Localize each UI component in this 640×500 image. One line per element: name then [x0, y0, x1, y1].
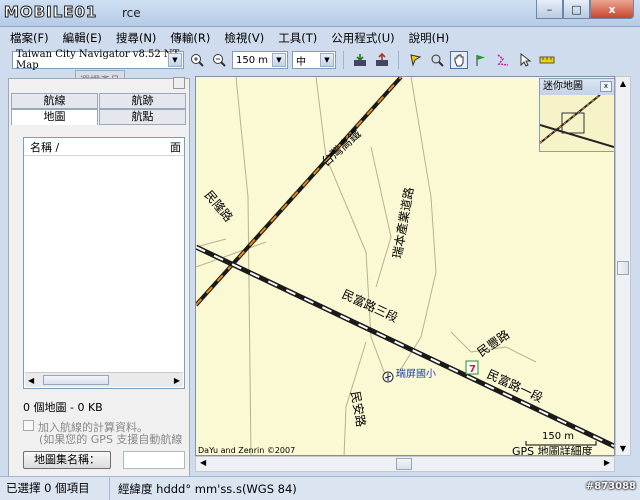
window-title: rce: [122, 6, 141, 20]
menu-utilities[interactable]: 公用程式(U): [331, 30, 394, 46]
mapset-name-button[interactable]: 地圖集名稱：: [23, 451, 111, 469]
tab-maps[interactable]: 地圖: [11, 109, 98, 125]
receive-from-device-icon[interactable]: [351, 51, 369, 69]
scroll-left-icon[interactable]: ◀: [28, 376, 34, 385]
map-horizontal-scrollbar[interactable]: ◀ ▶: [195, 456, 615, 472]
road-label-minan: 民安路: [348, 390, 369, 428]
scroll-right-icon[interactable]: ▶: [604, 458, 610, 467]
route-calc-checkbox[interactable]: [23, 420, 34, 431]
map-vertical-scrollbar[interactable]: ▲ ▼: [615, 76, 631, 456]
chevron-down-icon[interactable]: ▼: [320, 53, 334, 67]
zoom-tool-icon[interactable]: [428, 51, 446, 69]
status-bar: 已選擇 0 個項目 經緯度 hddd° mm'ss.s(WGS 84) #873…: [0, 476, 640, 500]
mobile01-logo: MOBILE01: [3, 3, 98, 22]
coordinate-format: 經緯度 hddd° mm'ss.s(WGS 84): [118, 481, 297, 496]
mapset-name-input[interactable]: [123, 451, 185, 469]
zoom-out-icon[interactable]: [210, 51, 228, 69]
map-product-select[interactable]: Taiwan City Navigator v8.52 NT Map ▼: [12, 49, 184, 71]
toolbar-separator: [398, 51, 399, 69]
zoom-scale-select[interactable]: 150 m ▼: [232, 51, 288, 69]
tab-tracks[interactable]: 航跡: [99, 93, 186, 109]
column-name[interactable]: 名稱 /: [24, 139, 170, 155]
column-area[interactable]: 面: [170, 139, 181, 155]
store-number: 7: [469, 364, 476, 375]
toolbar-separator: [343, 51, 344, 69]
menu-help[interactable]: 說明(H): [409, 30, 450, 46]
menu-file[interactable]: 檔案(F): [10, 30, 49, 46]
chevron-down-icon[interactable]: ▼: [168, 53, 182, 67]
tab-routes[interactable]: 航線: [11, 93, 98, 109]
close-button[interactable]: x: [590, 0, 634, 19]
road-label-minfeng: 民豐路: [474, 327, 512, 360]
map-count-label: 0 個地圖 - 0 KB: [23, 401, 103, 414]
route-calc-sublabel: (如果您的 GPS 支援自動航線: [39, 433, 183, 446]
scroll-thumb[interactable]: [617, 261, 629, 275]
minimap-close-button[interactable]: x: [600, 81, 612, 92]
road-line: [370, 146, 392, 288]
menu-transfer[interactable]: 傳輸(R): [170, 30, 210, 46]
list-header: 名稱 / 面: [24, 138, 184, 156]
minimap-canvas[interactable]: [539, 94, 615, 151]
measure-ruler-icon[interactable]: [538, 51, 556, 69]
title-bar: MOBILE01 rce – □ x: [0, 0, 640, 27]
scroll-right-icon[interactable]: ▶: [174, 376, 180, 385]
road-label-minlong: 民隆路: [202, 187, 237, 224]
detail-level-select[interactable]: 中 ▼: [292, 51, 336, 69]
menu-search[interactable]: 搜尋(N): [116, 30, 157, 46]
selection-status: 已選擇 0 個項目: [0, 477, 110, 500]
data-panel: 航線 航跡 地圖 航點 名稱 / 面 ◀ ▶ 0 個地圖 - 0 KB 加入航線…: [8, 77, 190, 478]
minimap[interactable]: 迷你地圖 x: [539, 78, 615, 152]
toolbar: Taiwan City Navigator v8.52 NT Map ▼ 150…: [0, 48, 640, 72]
scroll-thumb[interactable]: [396, 458, 412, 470]
route-tool-icon[interactable]: [494, 51, 512, 69]
maximize-button[interactable]: □: [563, 0, 590, 19]
scroll-down-icon[interactable]: ▼: [617, 444, 629, 453]
road-line: [196, 238, 227, 248]
tab-waypoints[interactable]: 航點: [99, 109, 186, 125]
menu-edit[interactable]: 編輯(E): [63, 30, 102, 46]
map-product-value: Taiwan City Navigator v8.52 NT Map: [16, 49, 180, 71]
send-to-device-icon[interactable]: [373, 51, 391, 69]
menu-view[interactable]: 檢視(V): [224, 30, 264, 46]
scroll-left-icon[interactable]: ◀: [200, 458, 206, 467]
minimap-title: 迷你地圖: [543, 81, 583, 92]
zoom-in-icon[interactable]: [188, 51, 206, 69]
detail-warning: GPS 地圖詳細度: [512, 444, 593, 456]
chevron-down-icon[interactable]: ▼: [272, 53, 286, 67]
minimap-title-bar: 迷你地圖 x: [540, 79, 614, 95]
road-label-ruiben: 瑞本產業道路: [389, 186, 416, 260]
menu-bar: 檔案(F) 編輯(E) 搜尋(N) 傳輸(R) 檢視(V) 工具(T) 公用程式…: [0, 28, 640, 47]
watermark-id: #873088: [585, 481, 636, 492]
map-copyright: DaYu and Zenrin ©2007: [198, 446, 295, 455]
scale-label: 150 m: [542, 431, 574, 442]
waypoint-flag-icon[interactable]: [472, 51, 490, 69]
map-list[interactable]: 名稱 / 面 ◀ ▶: [23, 137, 185, 389]
select-tool-icon[interactable]: [406, 51, 424, 69]
menu-tools[interactable]: 工具(T): [278, 30, 317, 46]
scroll-thumb[interactable]: [43, 375, 109, 385]
pan-hand-icon[interactable]: [450, 51, 468, 69]
scroll-up-icon[interactable]: ▲: [617, 79, 629, 88]
detail-level-value: 中: [296, 56, 306, 68]
minimize-button[interactable]: –: [536, 0, 563, 19]
pointer-icon[interactable]: [516, 51, 534, 69]
zoom-scale-value: 150 m: [236, 54, 269, 66]
school-label: 瑞屏國小: [396, 368, 436, 380]
list-horizontal-scrollbar[interactable]: ◀ ▶: [25, 372, 183, 387]
panel-close-button[interactable]: [173, 77, 185, 89]
